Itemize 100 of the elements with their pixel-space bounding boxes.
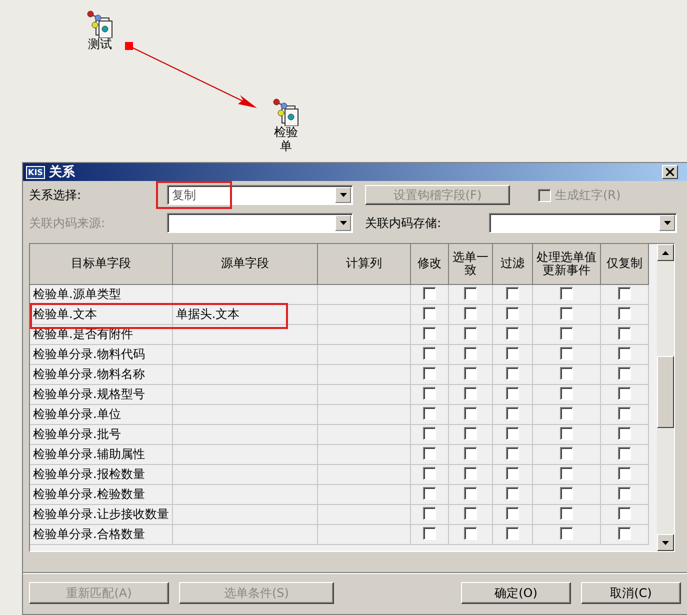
- checkbox[interactable]: [618, 326, 631, 340]
- checkbox[interactable]: [618, 406, 631, 420]
- down-arrow-icon: [662, 540, 669, 544]
- document-node-icon: [87, 10, 113, 38]
- select-field[interactable]: [167, 213, 353, 233]
- scroll-up-button[interactable]: [657, 244, 674, 261]
- checkbox[interactable]: [422, 526, 436, 540]
- checkbox[interactable]: [618, 346, 631, 360]
- checkbox[interactable]: [422, 506, 436, 520]
- column-header[interactable]: 计算列: [317, 244, 410, 284]
- close-button[interactable]: [662, 165, 678, 179]
- column-header[interactable]: 修改: [410, 244, 448, 284]
- checkbox[interactable]: [618, 386, 631, 400]
- table-cell: 检验单分录.物料代码: [30, 344, 172, 364]
- field-label: 关联内码存储:: [365, 214, 442, 232]
- column-header[interactable]: 处理选单值更新事件: [532, 244, 600, 284]
- checkbox[interactable]: [464, 306, 477, 320]
- checkbox[interactable]: [422, 326, 436, 340]
- column-header[interactable]: 过滤: [492, 244, 532, 284]
- checkbox[interactable]: [618, 286, 631, 300]
- checkbox[interactable]: [422, 406, 436, 420]
- checkbox[interactable]: [422, 426, 436, 440]
- checkbox[interactable]: [560, 286, 573, 300]
- checkbox[interactable]: [618, 466, 631, 480]
- checkbox[interactable]: [506, 346, 519, 360]
- checkbox[interactable]: [618, 486, 631, 500]
- close-icon: [666, 168, 674, 176]
- checkbox[interactable]: [464, 526, 477, 540]
- checkbox[interactable]: [506, 526, 519, 540]
- dialog-button[interactable]: 确定(O): [461, 582, 571, 604]
- checkbox[interactable]: [506, 386, 519, 400]
- checkbox[interactable]: [560, 346, 573, 360]
- checkbox[interactable]: [560, 386, 573, 400]
- checkbox-label: 生成红字(R): [555, 186, 621, 204]
- scrollbar[interactable]: [657, 244, 674, 551]
- table-cell: 检验单分录.让步接收数量: [30, 504, 172, 524]
- checkbox[interactable]: [560, 366, 573, 380]
- scroll-thumb[interactable]: [657, 356, 674, 428]
- checkbox[interactable]: [506, 446, 519, 460]
- checkbox[interactable]: [618, 506, 631, 520]
- checkbox[interactable]: [464, 466, 477, 480]
- checkbox[interactable]: [506, 426, 519, 440]
- table-cell: 检验单分录.辅助属性: [30, 444, 172, 464]
- checkbox[interactable]: [506, 326, 519, 340]
- checkbox[interactable]: [506, 466, 519, 480]
- table-cell: 检验单分录.检验数量: [30, 484, 172, 504]
- checkbox[interactable]: [464, 486, 477, 500]
- checkbox[interactable]: [464, 406, 477, 420]
- column-header[interactable]: 目标单字段: [30, 244, 172, 284]
- relation-select[interactable]: 复制: [167, 185, 353, 205]
- checkbox[interactable]: [464, 366, 477, 380]
- checkbox[interactable]: [464, 426, 477, 440]
- checkbox[interactable]: [560, 326, 573, 340]
- checkbox[interactable]: [464, 506, 477, 520]
- checkbox[interactable]: [560, 406, 573, 420]
- checkbox[interactable]: [560, 526, 573, 540]
- checkbox[interactable]: [506, 486, 519, 500]
- checkbox[interactable]: [422, 366, 436, 380]
- column-header[interactable]: 源单字段: [172, 244, 318, 284]
- checkbox[interactable]: [618, 446, 631, 460]
- checkbox[interactable]: [464, 346, 477, 360]
- checkbox[interactable]: [422, 466, 436, 480]
- checkbox[interactable]: [618, 526, 631, 540]
- checkbox[interactable]: [422, 386, 436, 400]
- column-header[interactable]: 仅复制: [600, 244, 648, 284]
- app-logo: KIS: [26, 166, 45, 178]
- checkbox[interactable]: [560, 486, 573, 500]
- table-cell: 检验单.源单类型: [30, 284, 172, 304]
- checkbox[interactable]: [506, 286, 519, 300]
- checkbox[interactable]: [464, 446, 477, 460]
- scroll-down-button[interactable]: [657, 534, 674, 551]
- checkbox[interactable]: [422, 446, 436, 460]
- checkbox[interactable]: [506, 306, 519, 320]
- checkbox[interactable]: [422, 346, 436, 360]
- checkbox[interactable]: [618, 366, 631, 380]
- checkbox[interactable]: [560, 306, 573, 320]
- checkbox[interactable]: [422, 486, 436, 500]
- checkbox[interactable]: [618, 426, 631, 440]
- down-arrow-icon: [340, 221, 346, 225]
- table-cell: 检验单分录.合格数量: [30, 524, 172, 544]
- checkbox[interactable]: [506, 406, 519, 420]
- checkbox[interactable]: [464, 326, 477, 340]
- column-header[interactable]: 选单一致: [448, 244, 492, 284]
- dialog-button[interactable]: 取消(C): [581, 582, 681, 604]
- checkbox[interactable]: [560, 466, 573, 480]
- node-label: 测试: [87, 38, 113, 52]
- checkbox[interactable]: [560, 446, 573, 460]
- checkbox[interactable]: [560, 506, 573, 520]
- checkbox[interactable]: [506, 366, 519, 380]
- checkbox[interactable]: [506, 506, 519, 520]
- checkbox[interactable]: [618, 306, 631, 320]
- select-field[interactable]: [489, 213, 677, 233]
- checkbox[interactable]: [560, 426, 573, 440]
- checkbox[interactable]: [422, 306, 436, 320]
- table-cell: 检验单分录.批号: [30, 424, 172, 444]
- checkbox[interactable]: [464, 386, 477, 400]
- checkbox[interactable]: [464, 286, 477, 300]
- checkbox[interactable]: [422, 286, 436, 300]
- table-cell: 检验单.文本: [30, 304, 172, 324]
- field-label: 关联内码来源:: [29, 214, 106, 232]
